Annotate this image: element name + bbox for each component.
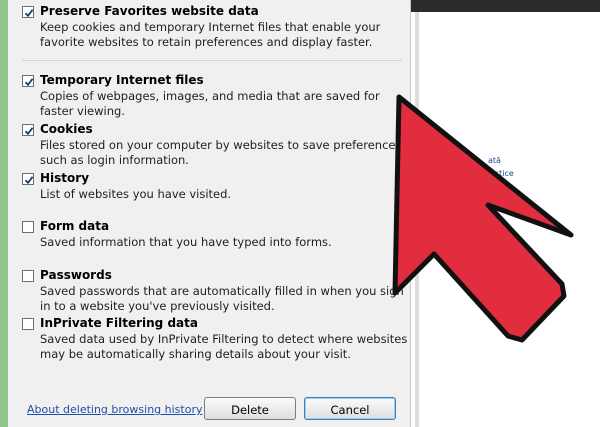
red-arrow-pointer-icon <box>392 94 574 343</box>
